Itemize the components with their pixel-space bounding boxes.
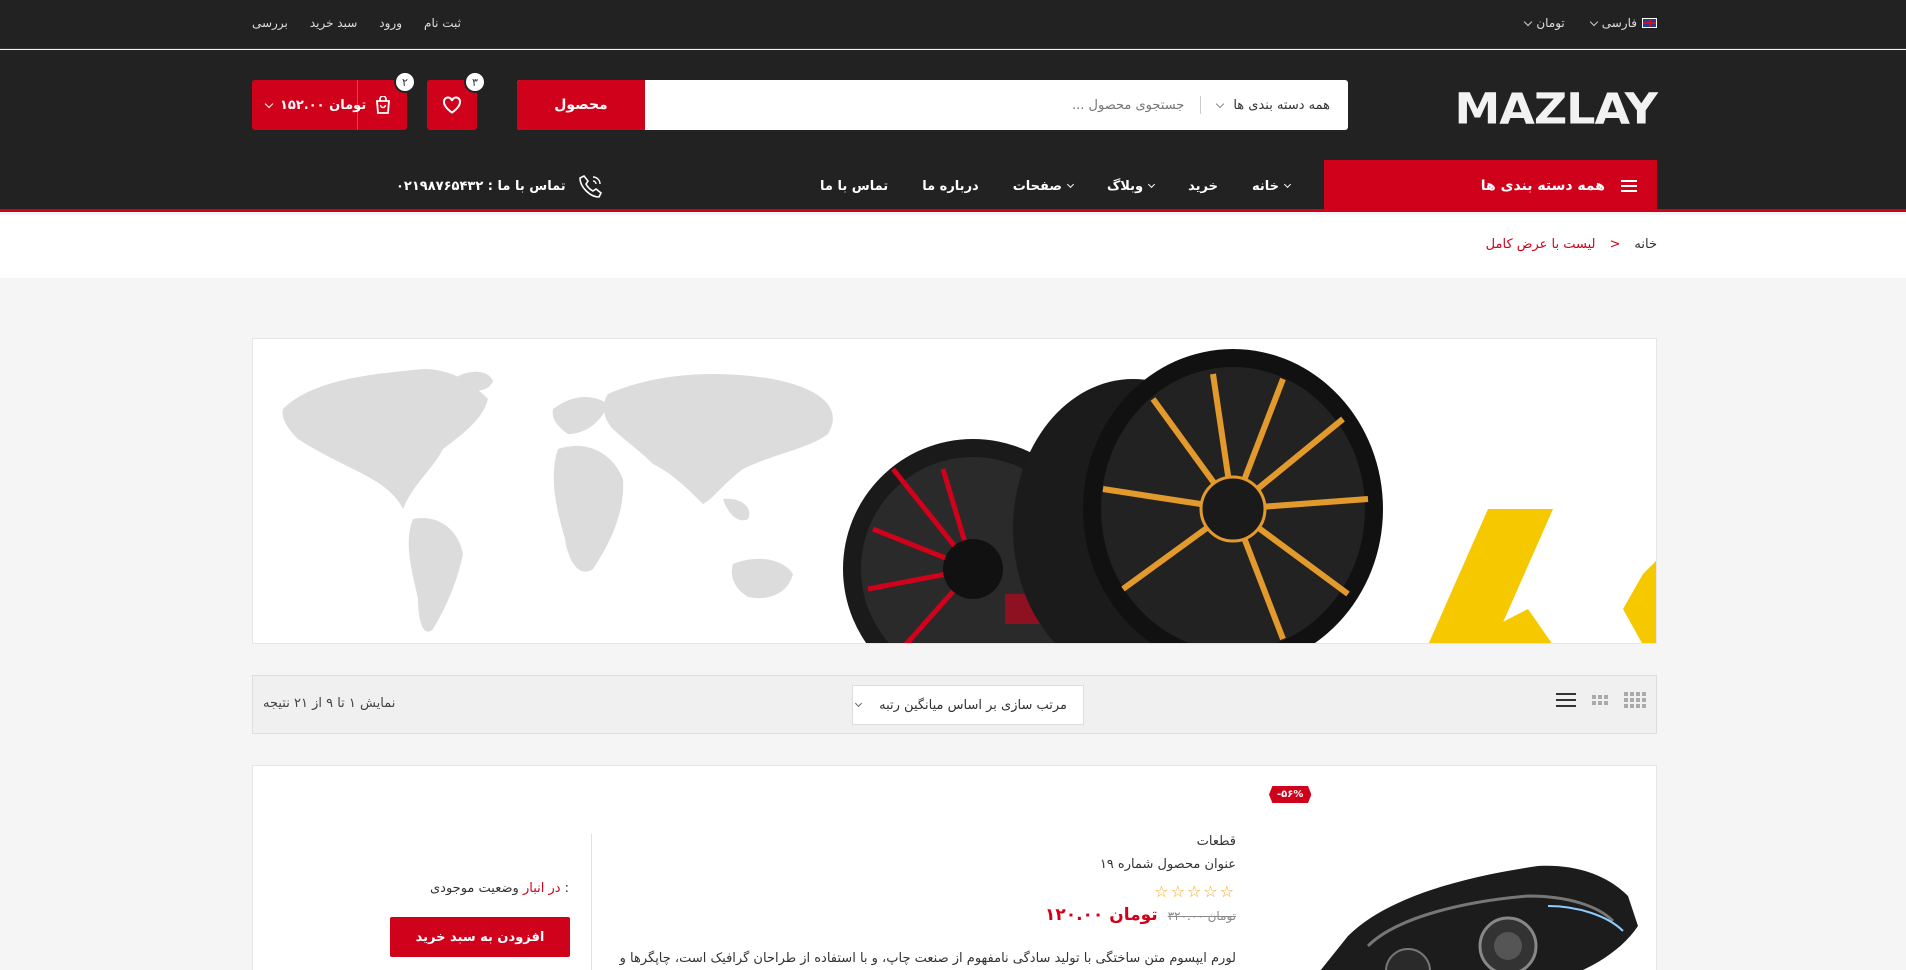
grid-3-view-icon[interactable]	[1592, 695, 1608, 705]
grid-4-view-icon[interactable]	[1624, 692, 1646, 708]
nav-item-label: صفحات	[1012, 178, 1062, 194]
chevron-down-icon	[1589, 17, 1598, 26]
product-title[interactable]: عنوان محصول شماره ۱۹	[1045, 857, 1236, 872]
register-link[interactable]: ثبت نام	[424, 16, 461, 30]
world-map-graphic	[282, 369, 833, 632]
banner-image	[282, 349, 1656, 643]
product-description: لورم ایپسوم متن ساختگی با تولید سادگی نا…	[619, 951, 1236, 966]
wishlist-count-badge: ۳	[464, 71, 486, 93]
list-view-icon[interactable]	[1556, 692, 1576, 708]
breadcrumb-home[interactable]: خانه	[1634, 237, 1657, 252]
chevron-down-icon	[1524, 17, 1533, 26]
stock-value: در انبار	[522, 881, 561, 896]
nav-item-blog[interactable]: وبلاگ	[1106, 178, 1156, 194]
add-to-cart-button[interactable]: افزودن به سبد خرید	[390, 917, 570, 957]
menu: خانه خرید وبلاگ صفحات درباره ما تماس با …	[820, 160, 1292, 212]
chevron-down-icon	[1283, 180, 1292, 189]
locale-switchers: تومان فارسی	[1524, 16, 1657, 30]
chevron-down-icon	[264, 99, 274, 108]
language-label: فارسی	[1601, 16, 1637, 30]
divider	[591, 834, 592, 970]
all-categories-button[interactable]: همه دسته بندی ها	[1324, 160, 1657, 212]
breadcrumb-bar: لیست با عرض کامل > خانه	[0, 215, 1906, 278]
heart-icon	[443, 96, 461, 114]
shop-toolbar: نمایش ۱ تا ۹ از ۲۱ نتیجه مرتب سازی بر اس…	[252, 675, 1657, 734]
chevron-down-icon	[1148, 180, 1156, 189]
category-banner	[252, 338, 1657, 644]
all-categories-label: همه دسته بندی ها	[1480, 178, 1605, 194]
wheel-graphic	[843, 349, 1383, 643]
wishlist-button[interactable]: ۳	[427, 71, 486, 130]
phone-number: تماس با ما : ۰۲۱۹۸۷۶۵۴۳۲	[396, 178, 566, 194]
nav-item-label: درباره ما	[922, 178, 979, 194]
cart-link[interactable]: سبد خرید	[310, 16, 357, 30]
product-image[interactable]	[1278, 806, 1648, 970]
top-bar: بررسی سبد خرید ورود ثبت نام تومان فارسی	[0, 0, 1906, 49]
old-price: ۳۲۰.۰۰ تومان	[1167, 909, 1236, 923]
breadcrumb-current: لیست با عرض کامل	[1485, 237, 1596, 252]
shopping-bag-icon: ۲	[357, 71, 416, 130]
uk-flag-icon	[1642, 18, 1657, 28]
breadcrumb: لیست با عرض کامل > خانه	[1486, 237, 1657, 252]
nav-item-label: وبلاگ	[1106, 178, 1144, 194]
nav-item-about[interactable]: درباره ما	[922, 179, 979, 194]
product-info: قطعات عنوان محصول شماره ۱۹ ☆☆☆☆☆ ۱۲۰.۰۰ …	[1045, 834, 1236, 925]
result-count: نمایش ۱ تا ۹ از ۲۱ نتیجه	[263, 696, 396, 711]
cart-button[interactable]: ۱۵۲.۰۰ تومان ۲	[252, 71, 416, 130]
login-link[interactable]: ورود	[379, 16, 402, 30]
language-switcher[interactable]: فارسی	[1589, 16, 1657, 30]
nav-item-label: خرید	[1188, 178, 1218, 194]
chevron-down-icon	[1066, 180, 1075, 189]
cart-count-badge: ۲	[394, 71, 416, 93]
breadcrumb-separator: >	[1609, 237, 1621, 252]
main-nav: تماس با ما : ۰۲۱۹۸۷۶۵۴۳۲ خانه خرید وبلاگ…	[0, 160, 1906, 212]
nav-item-home[interactable]: خانه	[1251, 178, 1292, 194]
product-category[interactable]: قطعات	[1045, 834, 1236, 849]
nav-item-shop[interactable]: خرید	[1188, 179, 1218, 194]
stock-status: در انبار وضعیت موجودی :	[430, 881, 569, 896]
search-bar: محصول همه دسته بندی ها	[517, 80, 1348, 130]
currency-label: تومان	[1536, 16, 1565, 30]
sort-select[interactable]: مرتب سازی بر اساس میانگین رتبه	[852, 685, 1084, 725]
account-links: بررسی سبد خرید ورود ثبت نام	[252, 16, 461, 30]
header: ۱۵۲.۰۰ تومان ۲ ۳ محصول همه دسته بندی ها …	[0, 50, 1906, 160]
search-input[interactable]	[864, 97, 1185, 113]
checkout-link[interactable]: بررسی	[252, 16, 288, 30]
chevron-down-icon	[1216, 99, 1225, 108]
contact-phone: تماس با ما : ۰۲۱۹۸۷۶۵۴۳۲	[396, 160, 604, 212]
category-select-label: همه دسته بندی ها	[1233, 97, 1330, 113]
currency-switcher[interactable]: تومان	[1524, 16, 1565, 30]
rating-stars: ☆☆☆☆☆	[1154, 882, 1236, 901]
product-list-item: -۵۶% قطعات عنوان محصول شماره ۱۹ ☆☆☆☆☆ ۱۲…	[252, 765, 1657, 970]
new-price: ۱۲۰.۰۰ تومان	[1044, 905, 1158, 925]
chevron-graphic	[1428, 509, 1656, 643]
product-price: ۱۲۰.۰۰ تومان ۳۲۰.۰۰ تومان	[1045, 905, 1236, 925]
divider	[1200, 96, 1202, 114]
view-switcher	[1556, 692, 1646, 708]
search-button[interactable]: محصول	[517, 80, 645, 130]
sale-badge: -۵۶%	[1269, 786, 1312, 803]
category-select[interactable]: همه دسته بندی ها	[1216, 97, 1330, 113]
cart-total: ۱۵۲.۰۰ تومان	[280, 97, 367, 113]
nav-item-label: تماس با ما	[820, 178, 889, 194]
sort-select-label: مرتب سازی بر اساس میانگین رتبه	[879, 697, 1067, 713]
logo[interactable]: MAZLAY	[1454, 88, 1658, 130]
nav-item-contact[interactable]: تماس با ما	[820, 179, 888, 194]
hamburger-icon	[1621, 180, 1637, 192]
phone-icon	[578, 174, 602, 198]
nav-item-label: خانه	[1251, 178, 1279, 194]
chevron-down-icon	[855, 699, 863, 708]
nav-item-pages[interactable]: صفحات	[1012, 178, 1075, 194]
